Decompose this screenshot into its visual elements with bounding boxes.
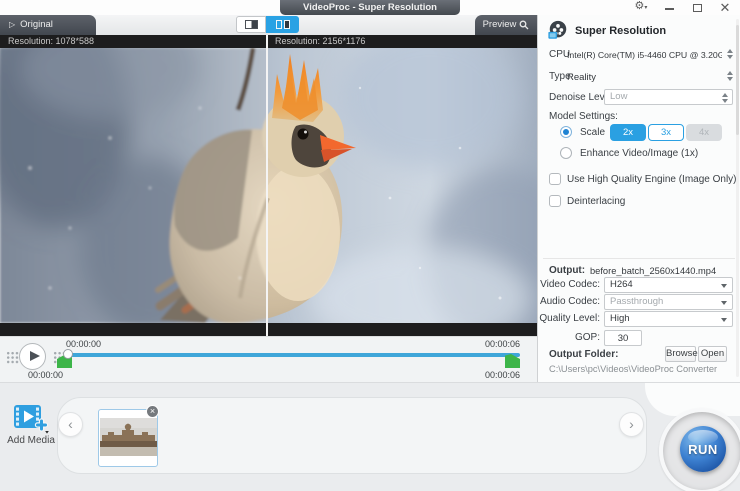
playhead-knob[interactable] bbox=[63, 349, 73, 359]
add-media-icon bbox=[13, 404, 49, 434]
scale-radio[interactable] bbox=[560, 126, 572, 138]
audio-codec-select[interactable]: Passthrough bbox=[604, 294, 733, 310]
model-settings-label: Model Settings: bbox=[549, 111, 618, 122]
output-path: C:\Users\pc\Videos\VideoProc Converter bbox=[549, 364, 717, 374]
seek-track[interactable] bbox=[68, 353, 520, 357]
run-button[interactable]: RUN bbox=[680, 426, 726, 472]
videoproc-window: VideoProc - Super Resolution ⚙▾ ✕ ▷Origi… bbox=[0, 0, 740, 491]
type-select[interactable]: Reality bbox=[567, 72, 596, 83]
current-time-label: 00:00:00 bbox=[28, 370, 63, 380]
single-view-toggle[interactable] bbox=[236, 16, 266, 33]
split-view-toggle[interactable] bbox=[266, 16, 299, 33]
video-codec-label: Video Codec: bbox=[538, 279, 600, 290]
close-button[interactable]: ✕ bbox=[716, 0, 734, 15]
video-preview-bird-image bbox=[0, 48, 537, 323]
video-codec-select[interactable]: H264 bbox=[604, 277, 733, 293]
thumbnail-building-image bbox=[100, 418, 157, 456]
thumbnail-close-icon[interactable]: × bbox=[146, 405, 159, 418]
split-view-icon bbox=[276, 20, 282, 29]
video-bottom-bar bbox=[0, 323, 537, 336]
gop-label: GOP: bbox=[538, 332, 600, 343]
compare-divider[interactable] bbox=[266, 35, 268, 336]
panel-title: Super Resolution bbox=[575, 25, 666, 37]
settings-panel: Super Resolution CPU Intel(R) Core(TM) i… bbox=[537, 15, 740, 382]
divider bbox=[543, 258, 735, 259]
quality-level-label: Quality Level: bbox=[538, 313, 600, 324]
film-reel-icon bbox=[547, 19, 569, 41]
output-filename: before_batch_2560x1440.mp4 bbox=[590, 266, 716, 276]
enhance-radio[interactable] bbox=[560, 147, 572, 159]
dropdown-caret-icon bbox=[721, 301, 727, 305]
denoise-spinner-icon bbox=[721, 93, 729, 103]
resolution-label-enhanced: Resolution: 2156*1176 bbox=[267, 35, 537, 48]
output-folder-label: Output Folder: bbox=[549, 349, 618, 360]
window-title: VideoProc - Super Resolution bbox=[280, 0, 460, 15]
scale-2x-button[interactable]: 2x bbox=[610, 124, 646, 141]
audio-codec-label: Audio Codec: bbox=[538, 296, 600, 307]
output-label: Output: bbox=[549, 265, 585, 276]
denoise-select[interactable]: Low bbox=[604, 89, 733, 105]
media-bar: Add Media ‹ × › RUN bbox=[0, 382, 740, 491]
enhance-label: Enhance Video/Image (1x) bbox=[580, 148, 698, 159]
media-thumbnail[interactable] bbox=[98, 409, 158, 467]
play-button[interactable] bbox=[19, 343, 46, 370]
scroll-left-button[interactable]: ‹ bbox=[58, 412, 83, 437]
panel-scrollbar[interactable] bbox=[736, 19, 739, 377]
scale-3x-button[interactable]: 3x bbox=[648, 124, 684, 141]
quality-level-select[interactable]: High bbox=[604, 311, 733, 327]
type-spinner-icon[interactable] bbox=[726, 71, 734, 81]
deinterlacing-checkbox[interactable] bbox=[549, 195, 561, 207]
timeline: 00:00:00 00:00:06 00:00:00 00:00:06 bbox=[0, 336, 537, 382]
trim-end-label: 00:00:06 bbox=[455, 339, 520, 349]
window-controls: ⚙▾ ✕ bbox=[632, 0, 734, 15]
single-view-icon bbox=[245, 20, 258, 29]
duration-label: 00:00:06 bbox=[455, 370, 520, 380]
triangle-right-icon: ▷ bbox=[9, 15, 15, 35]
scroll-right-button[interactable]: › bbox=[619, 412, 644, 437]
cpu-select[interactable]: Intel(R) Core(TM) i5-4460 CPU @ 3.20GHz bbox=[567, 50, 722, 60]
resolution-label-original: Resolution: 1078*588 bbox=[0, 35, 267, 48]
play-icon bbox=[30, 351, 40, 361]
trim-start-label: 00:00:00 bbox=[66, 339, 101, 349]
player-toolbar: ▷Original Preview bbox=[0, 15, 537, 35]
browse-button[interactable]: Browse bbox=[665, 346, 696, 362]
magnifier-icon bbox=[519, 20, 529, 30]
player-area: ▷Original Preview Resolution: 1078*588 R… bbox=[0, 15, 537, 382]
titlebar: VideoProc - Super Resolution ⚙▾ ✕ bbox=[0, 0, 740, 15]
add-media-button[interactable]: Add Media bbox=[2, 435, 60, 446]
tab-original[interactable]: ▷Original bbox=[0, 15, 96, 35]
drag-grip-icon[interactable] bbox=[6, 351, 19, 364]
deinterlacing-label: Deinterlacing bbox=[567, 196, 625, 207]
gop-input[interactable] bbox=[604, 330, 642, 346]
dropdown-caret-icon bbox=[721, 318, 727, 322]
settings-gear-icon[interactable]: ⚙▾ bbox=[632, 0, 650, 16]
resolution-bar: Resolution: 1078*588 Resolution: 2156*11… bbox=[0, 35, 537, 48]
hq-engine-checkbox[interactable] bbox=[549, 173, 561, 185]
scale-4x-button[interactable]: 4x bbox=[686, 124, 722, 141]
dropdown-caret-icon bbox=[721, 284, 727, 288]
quality-level-row: Quality Level: High bbox=[538, 313, 740, 330]
cpu-spinner-icon[interactable] bbox=[726, 49, 734, 59]
scale-label: Scale bbox=[580, 127, 605, 138]
open-button[interactable]: Open bbox=[698, 346, 727, 362]
hq-engine-label: Use High Quality Engine (Image Only) bbox=[567, 174, 737, 185]
preview-button[interactable]: Preview bbox=[475, 15, 537, 35]
